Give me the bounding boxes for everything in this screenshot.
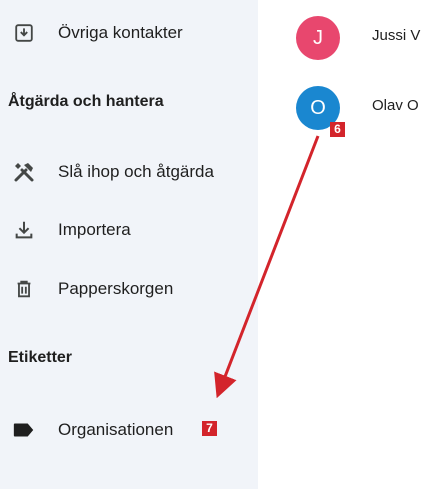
contact-name: Jussi V	[372, 27, 421, 44]
sidebar-item-import[interactable]: Importera	[0, 208, 258, 252]
contact-row-jussi[interactable]: J Jussi V	[258, 10, 426, 66]
trash-icon	[12, 277, 36, 301]
sidebar: Övriga kontakter Åtgärda och hantera Slå…	[0, 0, 258, 489]
section-heading-labels: Etiketter	[8, 349, 73, 366]
section-heading-manage: Åtgärda och hantera	[8, 93, 164, 110]
sidebar-item-merge-fix[interactable]: Slå ihop och åtgärda	[0, 150, 258, 194]
sidebar-item-label: Slå ihop och åtgärda	[58, 162, 214, 181]
sidebar-item-label-organisationen[interactable]: Organisationen	[0, 408, 258, 452]
contact-name: Olav O	[372, 97, 419, 114]
annotation-badge-6: 6	[330, 122, 345, 137]
annotation-badge-7: 7	[202, 421, 217, 436]
avatar-initial: J	[313, 26, 323, 49]
sidebar-item-trash[interactable]: Papperskorgen	[0, 267, 258, 311]
inbox-download-icon	[12, 21, 36, 45]
sidebar-item-label: Importera	[58, 220, 131, 239]
download-icon	[12, 218, 36, 242]
sidebar-item-label: Papperskorgen	[58, 279, 174, 298]
sidebar-item-label: Organisationen	[58, 420, 174, 439]
tools-icon	[12, 160, 36, 184]
label-tag-icon	[12, 418, 36, 442]
avatar: J	[296, 16, 340, 60]
contact-list: J Jussi V O Olav O	[258, 0, 426, 489]
sidebar-item-other-contacts[interactable]: Övriga kontakter	[0, 11, 258, 55]
sidebar-item-label: Övriga kontakter	[58, 23, 183, 42]
avatar-initial: O	[310, 96, 326, 119]
